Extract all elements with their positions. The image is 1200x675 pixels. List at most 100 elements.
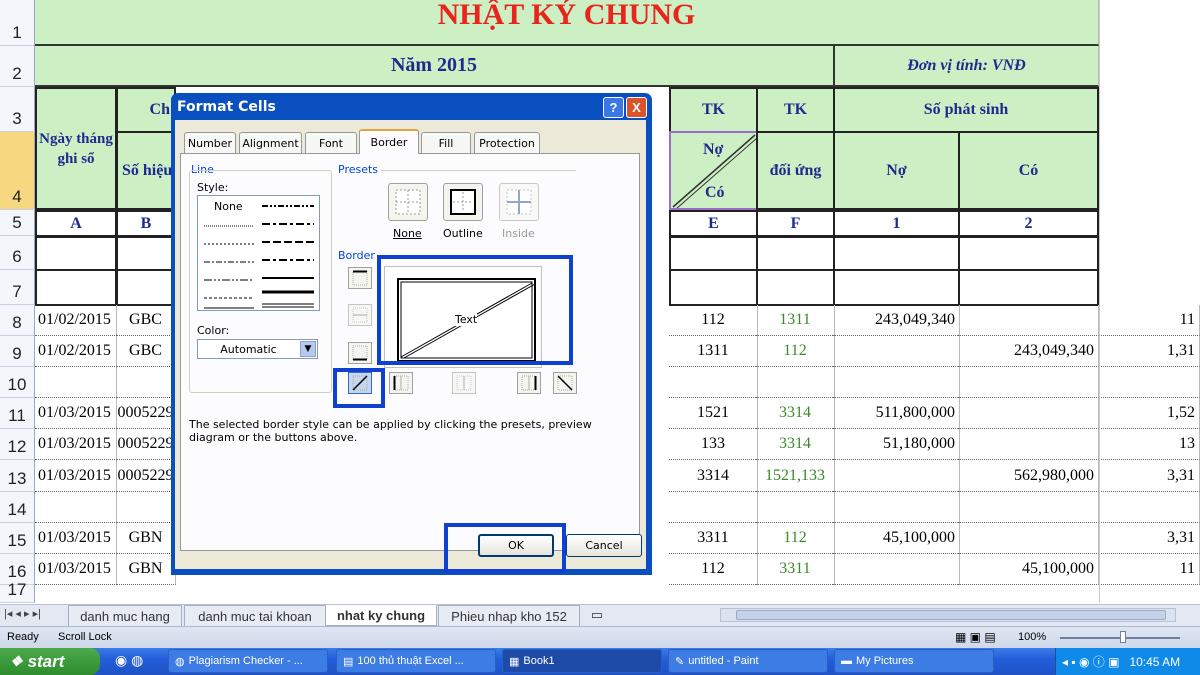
tab-protection[interactable]: Protection bbox=[474, 132, 540, 153]
table-cell-code[interactable]: 0005229 bbox=[116, 398, 176, 429]
start-button[interactable]: ❖ start bbox=[0, 648, 100, 675]
table-cell-co[interactable] bbox=[958, 398, 1099, 429]
table-cell-date[interactable]: 01/02/2015 bbox=[35, 336, 117, 367]
row-header[interactable]: 7 bbox=[0, 270, 35, 305]
row-header[interactable]: 12 bbox=[0, 429, 35, 460]
table-cell-date[interactable] bbox=[35, 367, 117, 398]
line-style-list[interactable]: None bbox=[197, 195, 320, 311]
border-top-button[interactable] bbox=[348, 267, 372, 289]
empty-cell[interactable] bbox=[833, 269, 960, 306]
table-cell-co[interactable] bbox=[958, 429, 1099, 460]
table-cell-code[interactable]: GBN bbox=[116, 554, 176, 585]
row-header[interactable]: 4 bbox=[0, 132, 35, 210]
preset-outline-button[interactable] bbox=[443, 183, 483, 221]
table-cell-date[interactable]: 01/02/2015 bbox=[35, 305, 117, 336]
sheet-tab-active[interactable]: nhat ky chung bbox=[325, 605, 437, 626]
border-left-button[interactable] bbox=[389, 372, 413, 394]
table-cell-code[interactable] bbox=[116, 367, 176, 398]
color-dropdown[interactable]: Automatic ▼ bbox=[197, 339, 318, 359]
row-header[interactable]: 15 bbox=[0, 523, 35, 554]
table-cell-tk[interactable]: 3311 bbox=[669, 523, 758, 554]
table-cell-date[interactable]: 01/03/2015 bbox=[35, 460, 117, 492]
header-date[interactable]: Ngày tháng ghi sổ bbox=[35, 87, 117, 210]
table-cell-co[interactable] bbox=[958, 492, 1099, 523]
table-cell-code[interactable]: GBC bbox=[116, 336, 176, 367]
table-cell-du[interactable]: 112 bbox=[756, 523, 835, 554]
letter-cell[interactable]: 2 bbox=[958, 210, 1099, 237]
empty-cell[interactable] bbox=[669, 269, 758, 306]
header-no[interactable]: Nợ bbox=[833, 131, 960, 210]
preset-none-button[interactable] bbox=[388, 183, 428, 221]
row-header[interactable]: 3 bbox=[0, 87, 35, 132]
row-header[interactable]: 1 bbox=[0, 0, 35, 46]
table-cell-tk[interactable] bbox=[669, 367, 758, 398]
table-cell-code[interactable]: 0005229 bbox=[116, 429, 176, 460]
help-button[interactable]: ? bbox=[603, 97, 624, 118]
taskbar-item-chrome[interactable]: ◍ Plagiarism Checker - ... bbox=[168, 649, 328, 673]
table-cell-co[interactable]: 45,100,000 bbox=[958, 554, 1099, 585]
sheet-tab[interactable]: danh muc hang bbox=[68, 605, 182, 627]
empty-cell[interactable] bbox=[958, 269, 1099, 306]
sheet-nav-icons[interactable]: |◂ ◂ ▸ ▸| bbox=[4, 607, 41, 620]
table-cell-no[interactable]: 243,049,340 bbox=[833, 305, 960, 336]
tab-font[interactable]: Font bbox=[305, 132, 357, 153]
scrollbar-thumb[interactable] bbox=[736, 610, 1166, 620]
empty-cell[interactable] bbox=[116, 269, 176, 306]
row-header[interactable]: 6 bbox=[0, 236, 35, 270]
letter-cell[interactable]: F bbox=[756, 210, 835, 237]
row-header[interactable]: 9 bbox=[0, 336, 35, 367]
table-cell-code[interactable]: 0005229 bbox=[116, 460, 176, 492]
table-cell-du[interactable]: 3314 bbox=[756, 398, 835, 429]
table-cell-date[interactable]: 01/03/2015 bbox=[35, 554, 117, 585]
empty-cell[interactable] bbox=[756, 236, 835, 271]
table-cell-date[interactable]: 01/03/2015 bbox=[35, 429, 117, 460]
header-chung-tu[interactable]: Ch bbox=[116, 87, 176, 133]
zoom-level[interactable]: 100% bbox=[1018, 631, 1046, 643]
table-cell-tk[interactable]: 112 bbox=[669, 554, 758, 585]
table-cell-code[interactable] bbox=[116, 492, 176, 523]
table-cell-co[interactable]: 243,049,340 bbox=[958, 336, 1099, 367]
preset-inside-button[interactable] bbox=[499, 183, 539, 221]
table-cell-co[interactable]: 562,980,000 bbox=[958, 460, 1099, 492]
header-so-hieu[interactable]: Số hiệu bbox=[116, 131, 176, 210]
unit-cell[interactable]: Đơn vị tính: VNĐ bbox=[835, 46, 1099, 87]
taskbar-item-excel[interactable]: ▦ Book1 bbox=[502, 649, 662, 673]
table-cell-du[interactable] bbox=[756, 492, 835, 523]
empty-cell[interactable] bbox=[833, 236, 960, 271]
tab-fill[interactable]: Fill bbox=[421, 132, 471, 153]
border-right-button[interactable] bbox=[517, 372, 541, 394]
border-diagonal-down-button[interactable] bbox=[553, 372, 577, 394]
year-cell[interactable]: Năm 2015 bbox=[35, 46, 835, 87]
line-style-samples[interactable] bbox=[198, 196, 319, 310]
tab-alignment[interactable]: Alignment bbox=[239, 132, 302, 153]
taskbar-item-folder[interactable]: ▬ My Pictures bbox=[834, 649, 994, 673]
table-cell-du[interactable]: 3314 bbox=[756, 429, 835, 460]
header-tk2[interactable]: TK bbox=[756, 87, 835, 133]
table-cell-no[interactable]: 51,180,000 bbox=[833, 429, 960, 460]
header-so-phat-sinh[interactable]: Số phát sinh bbox=[833, 87, 1099, 133]
empty-cell[interactable] bbox=[756, 269, 835, 306]
table-cell-code[interactable]: GBC bbox=[116, 305, 176, 336]
table-cell-tk[interactable]: 112 bbox=[669, 305, 758, 336]
table-cell-no[interactable] bbox=[833, 336, 960, 367]
border-middle-button[interactable] bbox=[348, 304, 372, 326]
table-cell-du[interactable]: 3311 bbox=[756, 554, 835, 585]
table-cell-date[interactable]: 01/03/2015 bbox=[35, 523, 117, 554]
zoom-slider-thumb[interactable] bbox=[1120, 631, 1126, 643]
table-cell-no[interactable] bbox=[833, 460, 960, 492]
letter-cell[interactable]: B bbox=[116, 210, 176, 237]
empty-cell[interactable] bbox=[958, 236, 1099, 271]
taskbar-item-word[interactable]: ▤ 100 thủ thuật Excel ... bbox=[336, 649, 496, 673]
table-cell-du[interactable]: 1521,133 bbox=[756, 460, 835, 492]
chevron-down-icon[interactable]: ▼ bbox=[300, 341, 316, 357]
table-cell-du[interactable]: 1311 bbox=[756, 305, 835, 336]
row-header[interactable]: 17 bbox=[0, 580, 35, 603]
row-header[interactable]: 5 bbox=[0, 210, 35, 236]
table-cell-no[interactable] bbox=[833, 554, 960, 585]
empty-cell[interactable] bbox=[116, 236, 176, 271]
empty-cell[interactable] bbox=[35, 269, 117, 306]
cancel-button[interactable]: Cancel bbox=[566, 534, 642, 557]
sheet-tab[interactable]: danh muc tai khoan bbox=[184, 605, 326, 627]
table-cell-tk[interactable]: 133 bbox=[669, 429, 758, 460]
quick-launch-icon[interactable]: ◉ ◍ bbox=[115, 652, 143, 669]
